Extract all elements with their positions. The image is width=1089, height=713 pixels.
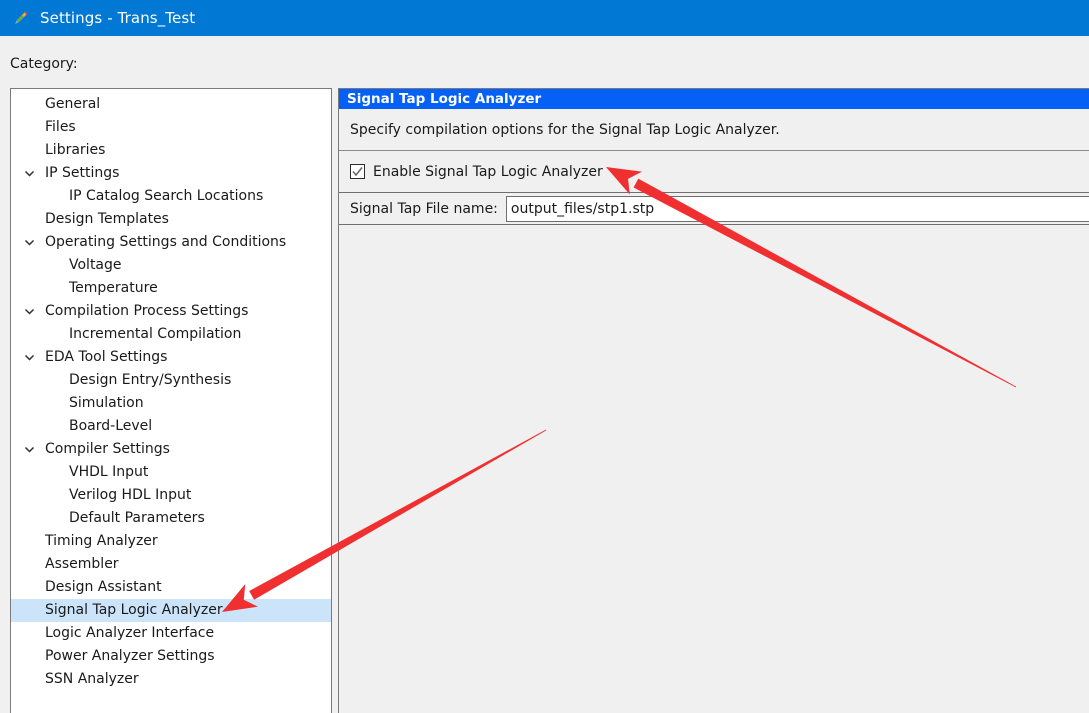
tree-item-label: Design Templates xyxy=(45,211,169,227)
chevron-down-icon[interactable] xyxy=(21,306,37,317)
signaltap-file-input[interactable]: output_files/stp1.stp xyxy=(505,195,1089,222)
signaltap-file-label: Signal Tap File name: xyxy=(350,200,498,217)
tree-item-label: Compilation Process Settings xyxy=(45,303,249,319)
window-titlebar: Settings - Trans_Test xyxy=(0,0,1089,36)
tree-item-design-entry-synthesis[interactable]: Design Entry/Synthesis xyxy=(11,369,331,392)
enable-signaltap-label: Enable Signal Tap Logic Analyzer xyxy=(373,163,603,180)
tree-item-label: General xyxy=(45,96,101,112)
chevron-down-icon[interactable] xyxy=(21,444,37,455)
tree-item-label: IP Catalog Search Locations xyxy=(69,188,264,204)
category-label: Category: xyxy=(10,56,78,72)
tree-item-logic-analyzer-interface[interactable]: Logic Analyzer Interface xyxy=(11,622,331,645)
tree-item-ip-catalog-search-locations[interactable]: IP Catalog Search Locations xyxy=(11,185,331,208)
signaltap-file-row[interactable]: Signal Tap File name: output_files/stp1.… xyxy=(339,193,1089,225)
tree-item-power-analyzer-settings[interactable]: Power Analyzer Settings xyxy=(11,645,331,668)
category-tree-panel[interactable]: General Files Libraries IP Settings IP Catal… xyxy=(10,88,332,713)
enable-signaltap-row[interactable]: Enable Signal Tap Logic Analyzer xyxy=(339,151,1089,193)
tree-item-label: Design Entry/Synthesis xyxy=(69,372,232,388)
tree-item-incremental-compilation[interactable]: Incremental Compilation xyxy=(11,323,331,346)
tree-item-libraries[interactable]: Libraries xyxy=(11,139,331,162)
pencil-icon xyxy=(12,9,30,27)
panel-description: Specify compilation options for the Sign… xyxy=(339,109,1089,151)
panel-header-title: Signal Tap Logic Analyzer xyxy=(339,89,1089,109)
tree-item-label: Incremental Compilation xyxy=(69,326,242,342)
tree-item-label: Power Analyzer Settings xyxy=(45,648,215,664)
tree-item-signal-tap-logic-analyzer[interactable]: Signal Tap Logic Analyzer xyxy=(11,599,331,622)
tree-item-label: Files xyxy=(45,119,76,135)
tree-item-files[interactable]: Files xyxy=(11,116,331,139)
tree-item-vhdl-input[interactable]: VHDL Input xyxy=(11,461,331,484)
tree-item-temperature[interactable]: Temperature xyxy=(11,277,331,300)
tree-item-assembler[interactable]: Assembler xyxy=(11,553,331,576)
tree-item-default-parameters[interactable]: Default Parameters xyxy=(11,507,331,530)
tree-item-label: Board-Level xyxy=(69,418,153,434)
category-tree-list[interactable]: General Files Libraries IP Settings IP Catal… xyxy=(11,89,331,691)
tree-item-label: IP Settings xyxy=(45,165,120,181)
enable-signaltap-checkbox[interactable] xyxy=(350,164,365,179)
tree-item-eda-tool-settings[interactable]: EDA Tool Settings xyxy=(11,346,331,369)
tree-item-compiler-settings[interactable]: Compiler Settings xyxy=(11,438,331,461)
chevron-down-icon[interactable] xyxy=(21,352,37,363)
chevron-down-icon[interactable] xyxy=(21,168,37,179)
tree-item-label: Default Parameters xyxy=(69,510,205,526)
tree-item-label: Timing Analyzer xyxy=(45,533,158,549)
tree-item-label: Compiler Settings xyxy=(45,441,170,457)
tree-item-label: Signal Tap Logic Analyzer xyxy=(45,602,223,618)
tree-item-label: EDA Tool Settings xyxy=(45,349,168,365)
tree-item-label: Libraries xyxy=(45,142,106,158)
tree-item-simulation[interactable]: Simulation xyxy=(11,392,331,415)
tree-item-label: VHDL Input xyxy=(69,464,149,480)
tree-item-label: Logic Analyzer Interface xyxy=(45,625,215,641)
settings-detail-panel: Signal Tap Logic Analyzer Specify compil… xyxy=(338,88,1089,713)
tree-item-label: Voltage xyxy=(69,257,122,273)
tree-item-design-templates[interactable]: Design Templates xyxy=(11,208,331,231)
tree-item-design-assistant[interactable]: Design Assistant xyxy=(11,576,331,599)
tree-item-voltage[interactable]: Voltage xyxy=(11,254,331,277)
tree-item-verilog-hdl-input[interactable]: Verilog HDL Input xyxy=(11,484,331,507)
tree-item-compilation-process-settings[interactable]: Compilation Process Settings xyxy=(11,300,331,323)
tree-item-label: Operating Settings and Conditions xyxy=(45,234,287,250)
tree-item-ip-settings[interactable]: IP Settings xyxy=(11,162,331,185)
chevron-down-icon[interactable] xyxy=(21,237,37,248)
tree-item-label: Simulation xyxy=(69,395,144,411)
tree-item-operating-settings-and-conditions[interactable]: Operating Settings and Conditions xyxy=(11,231,331,254)
tree-item-label: Design Assistant xyxy=(45,579,162,595)
tree-item-label: Assembler xyxy=(45,556,119,572)
window-title: Settings - Trans_Test xyxy=(40,9,196,27)
tree-item-board-level[interactable]: Board-Level xyxy=(11,415,331,438)
tree-item-label: SSN Analyzer xyxy=(45,671,139,687)
settings-workarea: Category: General Files Libraries IP Settin… xyxy=(0,36,1089,713)
tree-item-timing-analyzer[interactable]: Timing Analyzer xyxy=(11,530,331,553)
tree-item-ssn-analyzer[interactable]: SSN Analyzer xyxy=(11,668,331,691)
tree-item-label: Verilog HDL Input xyxy=(69,487,192,503)
tree-item-general[interactable]: General xyxy=(11,93,331,116)
tree-item-label: Temperature xyxy=(69,280,158,296)
